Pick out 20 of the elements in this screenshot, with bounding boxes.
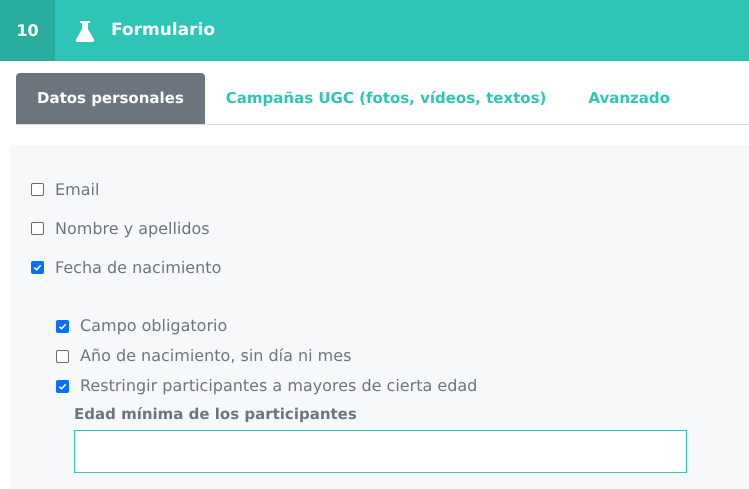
tab[interactable]: Datos personales bbox=[16, 73, 205, 124]
field-label: Edad mínima de los participantes bbox=[74, 404, 358, 425]
step-number: 10 bbox=[0, 0, 55, 61]
checkbox[interactable] bbox=[56, 320, 69, 332]
header-title: Formulario bbox=[111, 18, 215, 42]
tab[interactable]: Campañas UGC (fotos, vídeos, textos) bbox=[204, 73, 568, 124]
flask-icon bbox=[75, 20, 95, 42]
checkbox-label: Email bbox=[55, 178, 100, 200]
checkbox[interactable] bbox=[56, 350, 69, 362]
checkbox-label: Restringir participantes a mayores de cierta edad bbox=[80, 375, 478, 397]
checkbox-label: Nombre y apellidos bbox=[55, 218, 210, 240]
checkbox[interactable] bbox=[31, 261, 44, 274]
checkbox[interactable] bbox=[31, 183, 44, 196]
checkbox[interactable] bbox=[31, 222, 44, 235]
checkbox-label: Año de nacimiento, sin día ni mes bbox=[80, 345, 352, 367]
tab[interactable]: Avanzado bbox=[567, 73, 691, 124]
checkbox-label: Campo obligatorio bbox=[80, 315, 228, 337]
checkbox[interactable] bbox=[56, 380, 69, 392]
checkbox-label: Fecha de nacimiento bbox=[55, 256, 222, 278]
input-field[interactable] bbox=[74, 430, 687, 472]
